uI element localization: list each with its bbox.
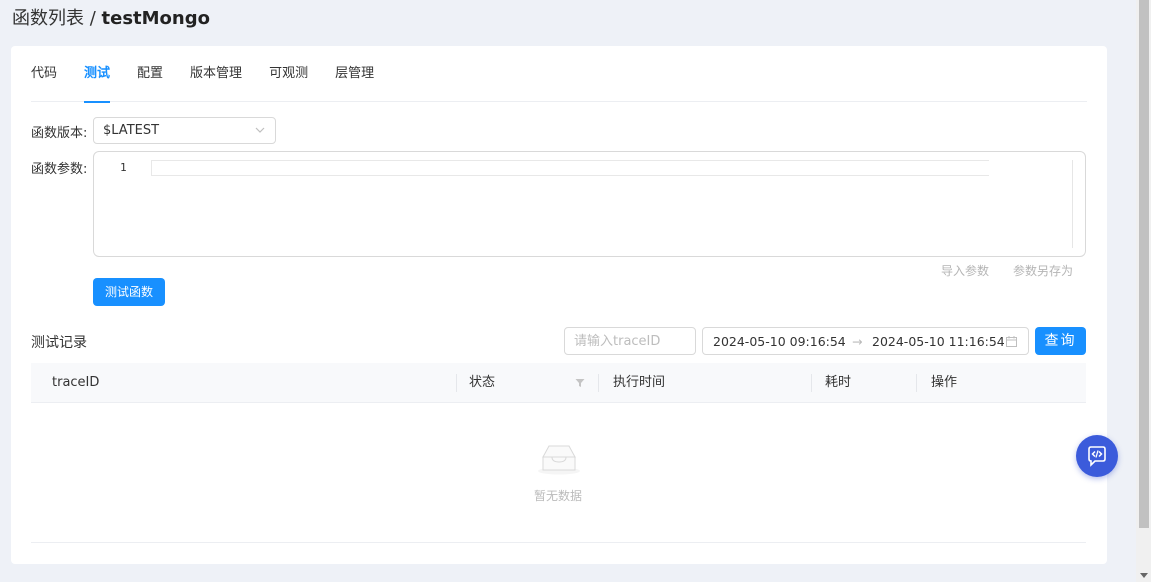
floating-code-assistant-button[interactable]: [1076, 435, 1118, 477]
column-divider: [916, 374, 917, 392]
breadcrumb-current: testMongo: [101, 8, 210, 29]
column-divider: [811, 374, 812, 392]
chevron-down-icon: [255, 127, 265, 133]
params-code-editor[interactable]: 1: [93, 151, 1086, 257]
tab-config[interactable]: 配置: [137, 46, 163, 102]
editor-line-number: 1: [120, 161, 127, 174]
params-label: 函数参数:: [31, 162, 88, 177]
scroll-down-arrow-icon[interactable]: [1140, 573, 1148, 578]
empty-state-text: 暂无数据: [534, 489, 583, 503]
range-separator-arrow: →: [852, 334, 863, 349]
tab-bar: 代码 测试 配置 版本管理 可观测 层管理: [31, 46, 1087, 103]
column-trace-id: traceID: [52, 375, 100, 390]
search-button[interactable]: 查询: [1035, 327, 1086, 355]
column-status: 状态: [469, 375, 496, 390]
code-chat-icon: [1088, 446, 1106, 467]
test-records-title: 测试记录: [31, 335, 87, 351]
table-bottom-border: [31, 542, 1086, 543]
scrollbar-thumb[interactable]: [1139, 0, 1149, 528]
tab-test[interactable]: 测试: [84, 46, 111, 103]
breadcrumb-parent[interactable]: 函数列表: [12, 8, 84, 29]
page-scrollbar[interactable]: [1136, 0, 1151, 582]
table-header: traceID 状态 执行时间 耗时 操作: [31, 363, 1086, 403]
filter-icon[interactable]: [575, 378, 585, 388]
page-title: 函数列表 / testMongo: [12, 4, 210, 30]
range-end[interactable]: 2024-05-10 11:16:54: [872, 334, 1005, 349]
tab-version-management[interactable]: 版本管理: [190, 46, 242, 102]
editor-scrollbar[interactable]: [1072, 160, 1073, 248]
trace-id-input[interactable]: [564, 327, 696, 355]
main-card: 代码 测试 配置 版本管理 可观测 层管理 函数版本: $LATEST 函数参数…: [11, 46, 1107, 564]
column-divider: [456, 374, 457, 392]
column-exec-time: 执行时间: [613, 375, 666, 390]
breadcrumb-separator: /: [84, 8, 102, 29]
column-duration: 耗时: [825, 375, 852, 390]
column-actions: 操作: [931, 375, 958, 390]
tab-layer-management[interactable]: 层管理: [335, 46, 374, 102]
version-select-value: $LATEST: [103, 123, 160, 138]
import-params-button[interactable]: 导入参数: [941, 262, 989, 279]
tab-observability[interactable]: 可观测: [269, 46, 308, 102]
save-params-as-button[interactable]: 参数另存为: [1013, 262, 1073, 279]
test-function-button[interactable]: 测试函数: [93, 278, 165, 306]
calendar-icon: [1006, 336, 1017, 347]
column-divider: [598, 374, 599, 392]
editor-current-line: [151, 160, 989, 176]
version-label: 函数版本:: [31, 126, 88, 141]
range-start[interactable]: 2024-05-10 09:16:54: [713, 334, 846, 349]
empty-inbox-icon: [538, 445, 580, 475]
tab-code[interactable]: 代码: [31, 46, 57, 102]
date-range-picker[interactable]: 2024-05-10 09:16:54 → 2024-05-10 11:16:5…: [702, 327, 1029, 355]
version-select[interactable]: $LATEST: [93, 117, 276, 144]
